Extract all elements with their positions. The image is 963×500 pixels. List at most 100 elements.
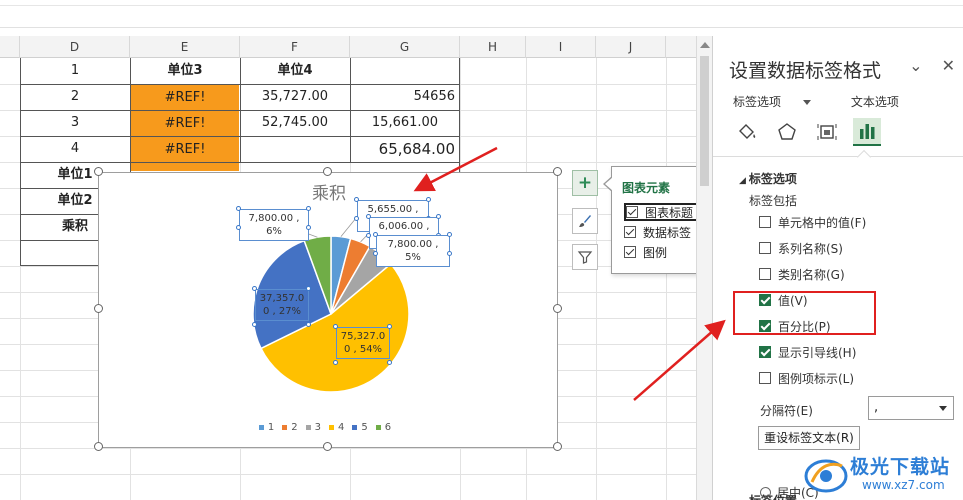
label-handle[interactable] <box>252 286 257 291</box>
close-icon[interactable]: ✕ <box>942 56 955 75</box>
fill-line-tab[interactable] <box>733 118 761 146</box>
separator-select[interactable]: , <box>868 396 954 420</box>
cell-e1[interactable]: 单位3 <box>131 58 239 84</box>
option-legend-key[interactable]: 图例项标示(L) <box>759 369 854 387</box>
label-handle[interactable] <box>236 206 241 211</box>
data-label-5[interactable]: 37,357.00 , 27% <box>255 289 309 321</box>
legend-item-4[interactable]: 4 <box>329 422 344 433</box>
cell-f3[interactable]: 52,745.00 <box>241 110 349 136</box>
chevron-down-icon[interactable]: ⌄ <box>909 56 922 75</box>
column-header-c-partial[interactable] <box>0 36 20 58</box>
resize-handle[interactable] <box>94 167 103 176</box>
column-header-e[interactable]: E <box>130 36 240 58</box>
resize-handle[interactable] <box>323 167 332 176</box>
cell-g4[interactable]: 65,684.00 <box>351 136 459 162</box>
checkbox[interactable] <box>759 242 771 254</box>
column-header-g[interactable]: G <box>350 36 460 58</box>
chart-title[interactable]: 乘积 <box>99 179 559 204</box>
label-handle[interactable] <box>373 232 378 237</box>
checkbox[interactable] <box>624 226 636 238</box>
cell-e3[interactable]: #REF! <box>131 111 239 136</box>
label-handle[interactable] <box>306 322 311 327</box>
label-handle[interactable] <box>436 214 441 219</box>
column-header-d[interactable]: D <box>20 36 130 58</box>
cell-d4[interactable]: 4 <box>21 136 129 162</box>
label-handle[interactable] <box>306 286 311 291</box>
label-handle[interactable] <box>426 197 431 202</box>
option-category-name[interactable]: 类别名称(G) <box>759 265 845 283</box>
checkbox[interactable] <box>759 268 771 280</box>
cell-d1[interactable]: 1 <box>21 58 129 84</box>
radio-button[interactable] <box>760 486 771 498</box>
scroll-up-icon[interactable] <box>700 42 710 48</box>
label-handle[interactable] <box>366 233 371 238</box>
label-handle[interactable] <box>366 214 371 219</box>
column-header-h[interactable]: H <box>460 36 526 58</box>
data-label-3[interactable]: 7,800.00 , 5% <box>376 235 450 267</box>
cell-f2[interactable]: 35,727.00 <box>241 84 349 110</box>
section-label-options[interactable]: ◢ 标签选项 <box>739 170 797 187</box>
cell-d2[interactable]: 2 <box>21 84 129 110</box>
label-handle[interactable] <box>333 360 338 365</box>
label-handle[interactable] <box>447 232 452 237</box>
chart-legend[interactable]: 1 2 3 4 5 6 <box>99 422 559 433</box>
cell-g1[interactable] <box>351 58 459 84</box>
checkbox[interactable] <box>759 346 771 358</box>
option-series-name[interactable]: 系列名称(S) <box>759 239 843 257</box>
label-options-tab[interactable] <box>853 118 881 146</box>
size-properties-tab[interactable] <box>813 118 841 146</box>
label-handle[interactable] <box>306 206 311 211</box>
cell-g2[interactable]: 54656 <box>351 84 459 110</box>
label-handle[interactable] <box>373 251 378 256</box>
checkbox[interactable] <box>626 206 638 218</box>
label-handle[interactable] <box>387 324 392 329</box>
label-handle[interactable] <box>354 216 359 221</box>
legend-item-3[interactable]: 3 <box>305 422 321 433</box>
label-handle[interactable] <box>306 225 311 230</box>
cell-f4[interactable] <box>241 136 349 162</box>
option-leader-lines[interactable]: 显示引导线(H) <box>759 343 856 361</box>
resize-handle[interactable] <box>553 442 562 451</box>
tab-text-options[interactable]: 文本选项 <box>851 95 899 109</box>
chart-elements-button[interactable]: + <box>572 170 598 196</box>
column-header-j[interactable]: J <box>596 36 666 58</box>
legend-item-6[interactable]: 6 <box>375 422 391 433</box>
cell-d3[interactable]: 3 <box>21 110 129 136</box>
data-label-4[interactable]: 75,327.00 , 54% <box>336 327 390 359</box>
column-header-f[interactable]: F <box>240 36 350 58</box>
tab-label-options[interactable]: 标签选项 <box>733 95 829 109</box>
label-handle[interactable] <box>354 197 359 202</box>
popup-item-legend[interactable]: 图例 <box>624 243 667 261</box>
chart-styles-button[interactable] <box>572 208 598 234</box>
pie-chart[interactable]: 乘积 5,655.00 , 4%6,006.00 , 4%7,800.00 , … <box>98 172 558 448</box>
option-cell-value[interactable]: 单元格中的值(F) <box>759 213 866 231</box>
popup-item-data-labels[interactable]: 数据标签 <box>624 223 691 241</box>
cell-f1[interactable]: 单位4 <box>241 58 349 84</box>
reset-label-text-button[interactable]: 重设标签文本(R) <box>758 426 860 450</box>
resize-handle[interactable] <box>553 167 562 176</box>
popup-item-chart-title[interactable]: 图表标题 <box>624 203 699 221</box>
data-label-6[interactable]: 7,800.00 , 6% <box>239 209 309 241</box>
resize-handle[interactable] <box>94 304 103 313</box>
resize-handle[interactable] <box>553 304 562 313</box>
cell-e4[interactable]: #REF! <box>131 137 239 162</box>
effects-tab[interactable] <box>773 118 801 146</box>
checkbox[interactable] <box>759 372 771 384</box>
column-header-i[interactable]: I <box>526 36 596 58</box>
checkbox[interactable] <box>624 246 636 258</box>
vertical-scrollbar[interactable] <box>696 36 712 500</box>
label-handle[interactable] <box>252 322 257 327</box>
label-handle[interactable] <box>447 251 452 256</box>
cell-e5[interactable] <box>131 163 239 171</box>
label-handle[interactable] <box>333 324 338 329</box>
chart-filters-button[interactable] <box>572 244 598 270</box>
legend-item-2[interactable]: 2 <box>282 422 298 433</box>
label-handle[interactable] <box>236 225 241 230</box>
resize-handle[interactable] <box>323 442 332 451</box>
checkbox[interactable] <box>759 216 771 228</box>
label-handle[interactable] <box>387 360 392 365</box>
resize-handle[interactable] <box>94 442 103 451</box>
legend-item-5[interactable]: 5 <box>352 422 368 433</box>
scroll-thumb[interactable] <box>700 56 709 186</box>
cell-e2[interactable]: #REF! <box>131 85 239 110</box>
